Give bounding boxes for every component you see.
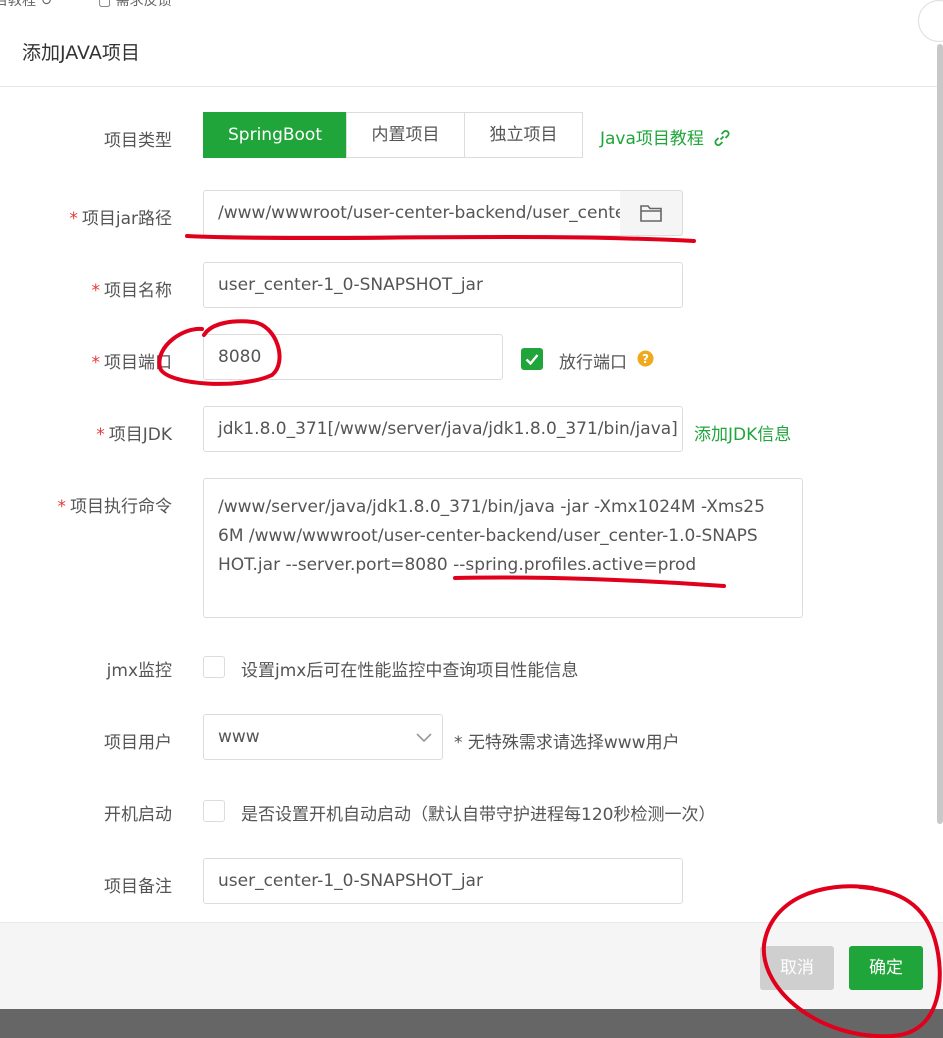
jmx-hint: 设置jmx后可在性能监控中查询项目性能信息 (241, 661, 579, 681)
background-text-fragment: 目教程 ↻ (0, 0, 53, 9)
project-type-label: 项目类型 (104, 131, 172, 151)
background-page-strip: 目教程 ↻ ▢ 需求反馈 (0, 0, 943, 14)
jmx-label: jmx监控 (106, 661, 172, 681)
project-jdk-label: * 项目JDK (0, 420, 172, 445)
exec-command-label: * 项目执行命令 (0, 492, 173, 517)
exec-command-line: /www/server/java/jdk1.8.0_371/bin/java -… (218, 497, 765, 517)
project-name-label: * 项目名称 (0, 276, 173, 301)
exec-command-line: 6M /www/wwwroot/user-center-backend/user… (218, 526, 758, 546)
jmx-checkbox[interactable] (203, 656, 225, 678)
chevron-down-icon (416, 733, 432, 743)
dialog-footer: 取消 确定 (0, 922, 943, 1009)
required-star: * (96, 425, 105, 445)
scrollbar[interactable] (937, 44, 943, 824)
required-star: * (69, 209, 78, 229)
project-name-label-text: 项目名称 (104, 281, 172, 301)
exec-command-label-text: 项目执行命令 (70, 497, 172, 517)
folder-icon (640, 205, 662, 222)
project-name-input[interactable]: user_center-1_0-SNAPSHOT_jar (203, 262, 683, 308)
add-java-project-dialog: 添加JAVA项目 项目类型 SpringBoot 内置项目 独立项目 Java项… (0, 0, 943, 1009)
jar-path-label-text: 项目jar路径 (81, 209, 172, 229)
type-builtin-button[interactable]: 内置项目 (346, 112, 465, 158)
jdk-select[interactable]: jdk1.8.0_371[/www/server/java/jdk1.8.0_3… (203, 406, 683, 452)
browse-folder-button[interactable] (620, 190, 683, 236)
project-port-label: * 项目端口 (0, 348, 173, 373)
project-port-input[interactable]: 8080 (203, 334, 503, 380)
dialog-title: 添加JAVA项目 (22, 42, 140, 64)
exec-command-line: HOT.jar --server.port=8080 --spring.prof… (218, 555, 697, 575)
project-remark-input[interactable]: user_center-1_0-SNAPSHOT_jar (203, 858, 683, 904)
background-text-fragment-2: ▢ 需求反馈 (98, 0, 172, 9)
java-tutorial-link-text[interactable]: Java项目教程 (600, 129, 704, 149)
user-hint: * 无特殊需求请选择www用户 (454, 733, 680, 753)
type-standalone-button[interactable]: 独立项目 (464, 112, 583, 158)
jar-path-input[interactable]: /www/wwwroot/user-center-backend/user_ce… (203, 190, 621, 236)
autostart-checkbox[interactable] (203, 800, 225, 822)
project-jdk-label-text: 项目JDK (108, 425, 172, 445)
dialog-header: 添加JAVA项目 (0, 14, 943, 87)
exec-command-textarea[interactable]: /www/server/java/jdk1.8.0_371/bin/java -… (203, 478, 803, 618)
confirm-button[interactable]: 确定 (849, 946, 923, 990)
link-icon (714, 129, 730, 147)
project-port-label-text: 项目端口 (104, 353, 172, 373)
svg-text:?: ? (642, 352, 649, 366)
open-port-checkbox[interactable] (521, 348, 543, 370)
java-tutorial-link[interactable]: Java项目教程 (600, 124, 731, 149)
user-select-value: www (218, 727, 260, 747)
help-icon[interactable]: ? (637, 350, 654, 367)
type-springboot-button[interactable]: SpringBoot (203, 112, 347, 158)
add-jdk-link[interactable]: 添加JDK信息 (694, 420, 791, 445)
cancel-button[interactable]: 取消 (760, 946, 834, 990)
autostart-label: 开机启动 (104, 805, 172, 825)
project-user-label: 项目用户 (104, 733, 172, 753)
jar-path-label: * 项目jar路径 (0, 204, 172, 229)
user-select[interactable]: www (203, 714, 443, 760)
open-port-label: 放行端口 (559, 353, 627, 373)
autostart-hint: 是否设置开机自动启动（默认自带守护进程每120秒检测一次） (241, 805, 716, 825)
required-star: * (91, 353, 101, 373)
check-icon (525, 354, 539, 366)
project-remark-label: 项目备注 (104, 877, 172, 897)
required-star: * (91, 281, 101, 301)
required-star: * (57, 497, 67, 517)
